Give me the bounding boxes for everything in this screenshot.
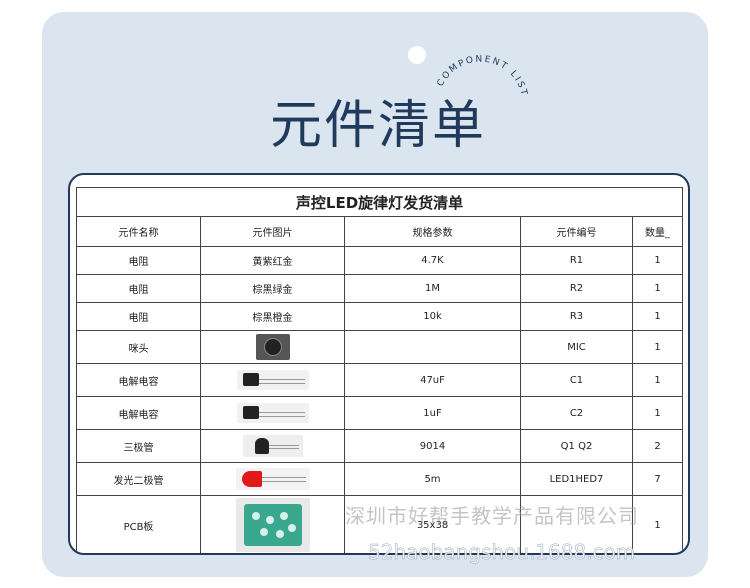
table-cell-qty: 1: [631, 396, 684, 430]
column-header: 元件名称: [76, 216, 201, 247]
table-cell-image-text: [200, 363, 345, 397]
capacitor-photo: [236, 370, 309, 390]
table-cell-qty: 1: [631, 330, 684, 364]
table-cell-name: 咪头: [76, 330, 201, 364]
table-row: 电阻 棕黑橙金 10k R3 1: [76, 302, 684, 331]
table-cell-image-text: 黄紫红金: [200, 246, 345, 275]
table-cell-qty: 1: [631, 495, 684, 553]
table-row: 咪头 MIC 1: [76, 330, 684, 364]
table-cell-name: 三极管: [76, 429, 201, 463]
column-header: 元件图片: [200, 216, 345, 247]
table-cell-image-text: [200, 396, 345, 430]
microphone-photo: [255, 334, 290, 360]
hang-hole: [408, 46, 426, 64]
table-cell-name: 电解电容: [76, 396, 201, 430]
table-cell-image-text: [200, 495, 345, 553]
table-cell-code: Q1 Q2: [520, 429, 633, 463]
column-header: 数量_: [631, 216, 684, 247]
table-cell-qty: 1: [631, 246, 684, 275]
table-cell-name: 电阻: [76, 246, 201, 275]
table-cell-name: 电阻: [76, 302, 201, 331]
watermark-url: 52haobangshou.1688.com: [368, 540, 636, 565]
table-cell-image-text: 棕黑绿金: [200, 274, 345, 303]
watermark-company: 深圳市好帮手教学产品有限公司: [345, 504, 639, 528]
table-cell-image-text: 棕黑橙金: [200, 302, 345, 331]
table-cell-qty: 1: [631, 274, 684, 303]
table-row: 电解电容 1uF C2 1: [76, 396, 684, 430]
table-cell-name: 电阻: [76, 274, 201, 303]
table-cell-code: C1: [520, 363, 633, 397]
table-cell-spec: [344, 330, 521, 364]
table-row: 发光二极管 5m LED1HED7 7: [76, 462, 684, 496]
table-row: 电阻 棕黑绿金 1M R2 1: [76, 274, 684, 303]
table-cell-spec: 4.7K: [344, 246, 521, 275]
capacitor-photo: [236, 403, 309, 423]
page-title: 元件清单: [270, 96, 487, 156]
table-cell-code: C2: [520, 396, 633, 430]
table-cell-spec: 9014: [344, 429, 521, 463]
table-cell-image-text: [200, 462, 345, 496]
table-row: 电阻 黄紫红金 4.7K R1 1: [76, 246, 684, 275]
svg-text:COMPONENT LIST: COMPONENT LIST: [436, 55, 529, 98]
column-header: 元件编号: [520, 216, 633, 247]
table-cell-qty: 7: [631, 462, 684, 496]
column-header: 规格参数: [344, 216, 521, 247]
table-row: 电解电容 47uF C1 1: [76, 363, 684, 397]
pcb-photo: [235, 498, 310, 552]
table-cell-name: 发光二极管: [76, 462, 201, 496]
table-cell-spec: 10k: [344, 302, 521, 331]
led-photo: [235, 468, 310, 490]
table-cell-name: PCB板: [76, 495, 201, 553]
table-cell-qty: 1: [631, 363, 684, 397]
table-header-row: 元件名称 元件图片 规格参数 元件编号 数量_: [76, 216, 684, 247]
table-cell-spec: 1M: [344, 274, 521, 303]
sheet-title: 声控LED旋律灯发货清单: [75, 187, 684, 217]
transistor-photo: [242, 435, 303, 457]
table-cell-code: MIC: [520, 330, 633, 364]
component-table-frame: 声控LED旋律灯发货清单 元件名称 元件图片 规格参数 元件编号 数量_ 电阻黄…: [68, 173, 690, 555]
table-cell-qty: 2: [631, 429, 684, 463]
table-cell-qty: 1: [631, 302, 684, 331]
table-cell-image-text: [200, 429, 345, 463]
table-cell-code: R1: [520, 246, 633, 275]
table-cell-image-text: [200, 330, 345, 364]
arc-label-text: COMPONENT LIST: [436, 55, 527, 98]
table-cell-spec: 47uF: [344, 363, 521, 397]
table-row: 三极管 9014 Q1 Q2 2: [76, 429, 684, 463]
table-cell-spec: 1uF: [344, 396, 521, 430]
table-cell-code: R2: [520, 274, 633, 303]
table-cell-spec: 5m: [344, 462, 521, 496]
table-cell-code: R3: [520, 302, 633, 331]
table-cell-code: LED1HED7: [520, 462, 633, 496]
table-cell-name: 电解电容: [76, 363, 201, 397]
